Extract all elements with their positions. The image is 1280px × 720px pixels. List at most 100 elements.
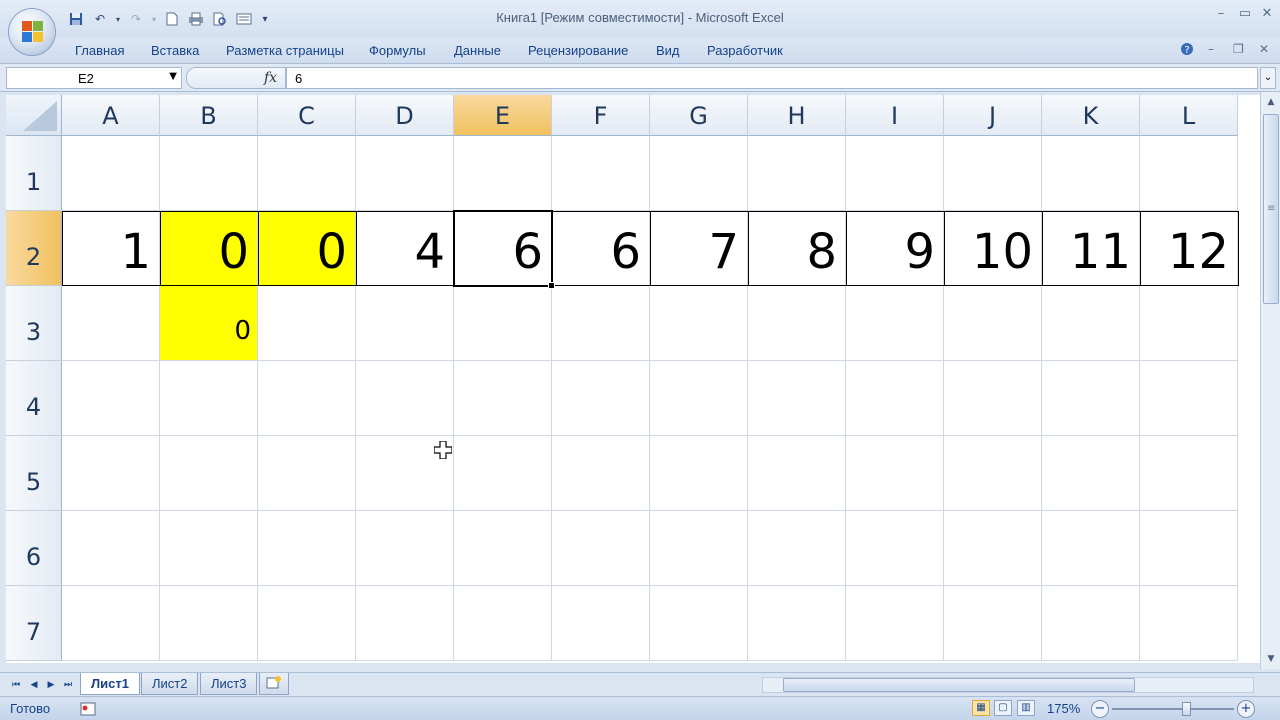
cell-e7[interactable] — [454, 586, 552, 661]
cell-j7[interactable] — [944, 586, 1042, 661]
page-break-view-button[interactable]: ▥ — [1017, 700, 1035, 716]
insert-sheet-icon[interactable] — [259, 673, 289, 695]
cell-f2[interactable]: 6 — [552, 211, 650, 286]
cell-a5[interactable] — [62, 436, 160, 511]
cell-h5[interactable] — [748, 436, 846, 511]
cell-d1[interactable] — [356, 136, 454, 211]
tab-data[interactable]: Данные — [454, 43, 501, 58]
cell-i4[interactable] — [846, 361, 944, 436]
cell-e1[interactable] — [454, 136, 552, 211]
cell-l3[interactable] — [1140, 286, 1238, 361]
name-box-dropdown-icon[interactable]: ▼ — [169, 71, 177, 82]
cell-e3[interactable] — [454, 286, 552, 361]
cell-i5[interactable] — [846, 436, 944, 511]
row-header-2[interactable]: 2 — [6, 211, 62, 286]
cell-l5[interactable] — [1140, 436, 1238, 511]
cell-f5[interactable] — [552, 436, 650, 511]
column-header-f[interactable]: F — [552, 95, 650, 136]
tab-page-layout[interactable]: Разметка страницы — [226, 43, 344, 58]
cell-f3[interactable] — [552, 286, 650, 361]
scroll-up-icon[interactable]: ▲ — [1263, 94, 1279, 110]
cell-a4[interactable] — [62, 361, 160, 436]
macro-record-icon[interactable] — [80, 701, 96, 720]
cell-d7[interactable] — [356, 586, 454, 661]
cell-b7[interactable] — [160, 586, 258, 661]
close-icon[interactable]: ✕ — [1257, 6, 1277, 24]
cell-f6[interactable] — [552, 511, 650, 586]
cell-f4[interactable] — [552, 361, 650, 436]
column-header-e[interactable]: E — [454, 95, 552, 136]
cell-i1[interactable] — [846, 136, 944, 211]
cell-j1[interactable] — [944, 136, 1042, 211]
cell-b3[interactable]: 0 — [160, 286, 258, 361]
cell-k4[interactable] — [1042, 361, 1140, 436]
workbook-minimize-icon[interactable]: – — [1208, 42, 1214, 56]
prev-sheet-icon[interactable]: ◀ — [26, 677, 42, 693]
vertical-scrollbar[interactable]: ▲ ▼ — [1260, 92, 1280, 669]
tab-insert[interactable]: Вставка — [151, 43, 199, 58]
cell-h1[interactable] — [748, 136, 846, 211]
cell-b2[interactable]: 0 — [160, 211, 258, 286]
minimize-icon[interactable]: – — [1211, 6, 1231, 24]
tab-home[interactable]: Главная — [75, 43, 124, 58]
horizontal-scrollbar[interactable] — [762, 677, 1254, 693]
cell-b6[interactable] — [160, 511, 258, 586]
column-header-b[interactable]: B — [160, 95, 258, 136]
first-sheet-icon[interactable]: ⏮ — [8, 677, 24, 693]
tab-review[interactable]: Рецензирование — [528, 43, 628, 58]
tab-view[interactable]: Вид — [656, 43, 680, 58]
tab-formulas[interactable]: Формулы — [369, 43, 426, 58]
row-header-4[interactable]: 4 — [6, 361, 62, 436]
cell-h2[interactable]: 8 — [748, 211, 846, 286]
zoom-level[interactable]: 175% — [1047, 701, 1080, 716]
cell-i6[interactable] — [846, 511, 944, 586]
cell-c5[interactable] — [258, 436, 356, 511]
cell-d4[interactable] — [356, 361, 454, 436]
last-sheet-icon[interactable]: ⏭ — [60, 677, 76, 693]
cell-a3[interactable] — [62, 286, 160, 361]
column-header-g[interactable]: G — [650, 95, 748, 136]
cell-l7[interactable] — [1140, 586, 1238, 661]
workbook-restore-icon[interactable]: ❐ — [1233, 42, 1244, 56]
cell-h3[interactable] — [748, 286, 846, 361]
horizontal-scroll-thumb[interactable] — [783, 678, 1135, 692]
column-header-i[interactable]: I — [846, 95, 944, 136]
row-header-1[interactable]: 1 — [6, 136, 62, 211]
office-button[interactable] — [8, 8, 56, 56]
cell-e2[interactable]: 6 — [454, 211, 552, 286]
column-header-j[interactable]: J — [944, 95, 1042, 136]
column-header-k[interactable]: K — [1042, 95, 1140, 136]
page-layout-view-button[interactable]: ▢ — [994, 700, 1012, 716]
cell-h7[interactable] — [748, 586, 846, 661]
formula-input[interactable]: 6 — [286, 67, 1258, 89]
cell-l4[interactable] — [1140, 361, 1238, 436]
sheet-tab-2[interactable]: Лист2 — [141, 673, 199, 695]
row-header-5[interactable]: 5 — [6, 436, 62, 511]
cell-g1[interactable] — [650, 136, 748, 211]
cell-a2[interactable]: 1 — [62, 211, 160, 286]
cell-c4[interactable] — [258, 361, 356, 436]
cell-k1[interactable] — [1042, 136, 1140, 211]
row-header-7[interactable]: 7 — [6, 586, 62, 661]
column-header-a[interactable]: A — [62, 95, 160, 136]
sheet-tab-1[interactable]: Лист1 — [80, 673, 140, 695]
cell-e5[interactable] — [454, 436, 552, 511]
cell-f1[interactable] — [552, 136, 650, 211]
column-header-h[interactable]: H — [748, 95, 846, 136]
expand-formula-bar-icon[interactable]: ⌄ — [1260, 67, 1276, 89]
cell-h6[interactable] — [748, 511, 846, 586]
select-all-button[interactable] — [6, 95, 62, 136]
zoom-slider-knob[interactable] — [1182, 702, 1191, 716]
cell-g2[interactable]: 7 — [650, 211, 748, 286]
column-header-d[interactable]: D — [356, 95, 454, 136]
cell-g7[interactable] — [650, 586, 748, 661]
cell-g6[interactable] — [650, 511, 748, 586]
tab-developer[interactable]: Разработчик — [707, 43, 783, 58]
cell-g5[interactable] — [650, 436, 748, 511]
maximize-icon[interactable]: ▭ — [1235, 6, 1255, 24]
worksheet-grid[interactable]: ABCDEFGHIJKL 1234567 1 0 0 4 6 6 7 8 9 10 11 12 0 — [6, 95, 1260, 663]
name-box[interactable]: E2 ▼ — [6, 67, 182, 89]
cell-j3[interactable] — [944, 286, 1042, 361]
row-header-6[interactable]: 6 — [6, 511, 62, 586]
cell-d6[interactable] — [356, 511, 454, 586]
